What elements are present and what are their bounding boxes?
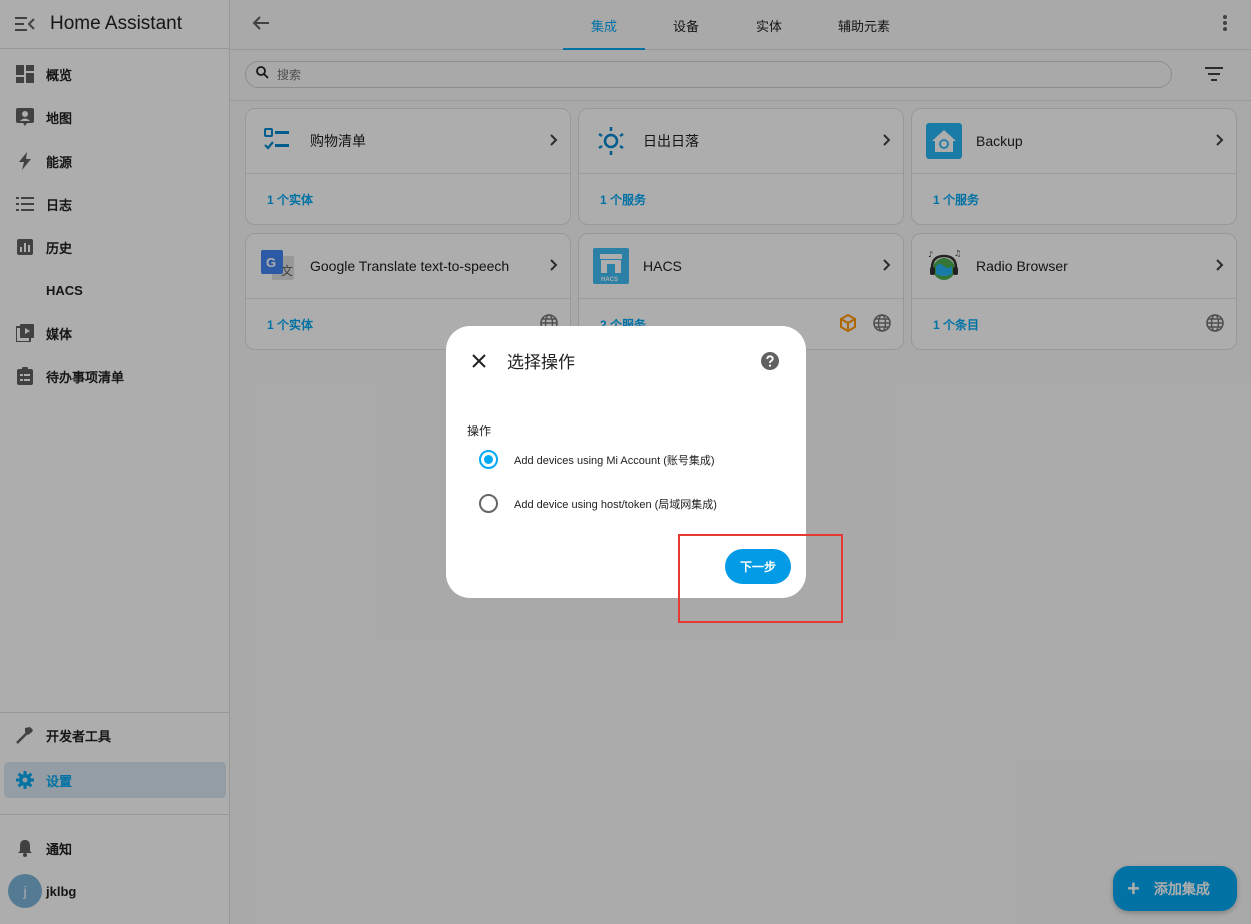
help-icon[interactable] [761, 352, 779, 375]
dialog-title: 选择操作 [507, 353, 575, 372]
option-label: Add devices using Mi Account (账号集成) [514, 454, 715, 467]
highlight-annotation [678, 534, 843, 623]
radio-button[interactable] [479, 450, 498, 469]
option-mi-account[interactable]: Add devices using Mi Account (账号集成) [479, 450, 715, 469]
action-field-label: 操作 [467, 424, 492, 438]
close-icon[interactable] [472, 354, 486, 373]
option-label: Add device using host/token (局域网集成) [514, 498, 717, 511]
radio-button[interactable] [479, 494, 498, 513]
option-host-token[interactable]: Add device using host/token (局域网集成) [479, 494, 717, 513]
